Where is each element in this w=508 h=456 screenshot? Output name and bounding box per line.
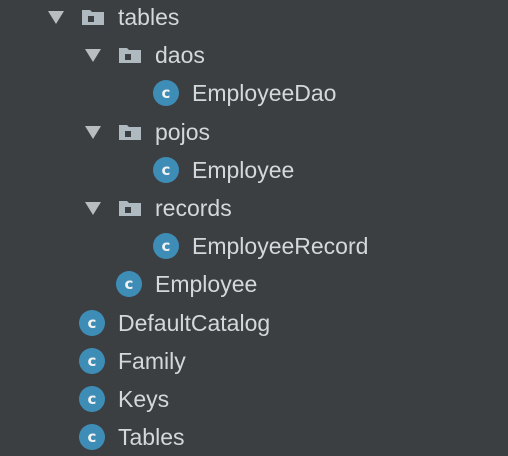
tree-folder-row[interactable]: daos bbox=[0, 36, 508, 74]
tree-item-label: Family bbox=[118, 347, 186, 374]
java-class-icon: c bbox=[79, 309, 105, 336]
tree-class-row[interactable]: c EmployeeRecord bbox=[0, 227, 508, 265]
java-class-icon: c bbox=[153, 233, 179, 260]
java-class-icon: c bbox=[153, 156, 179, 183]
tree-item-label: daos bbox=[155, 42, 205, 69]
tree-class-row[interactable]: c DefaultCatalog bbox=[0, 304, 508, 342]
project-tree: tables daos c EmployeeDao pojos c Employee reco… bbox=[0, 0, 508, 456]
java-class-icon: c bbox=[79, 424, 105, 451]
tree-item-label: Tables bbox=[118, 424, 185, 451]
tree-class-row[interactable]: c Family bbox=[0, 342, 508, 380]
tree-item-label: records bbox=[155, 195, 232, 221]
java-class-icon: c bbox=[79, 386, 105, 412]
package-folder-icon bbox=[119, 201, 141, 216]
tree-class-row[interactable]: c Tables bbox=[0, 418, 508, 456]
tree-folder-row[interactable]: tables bbox=[0, 0, 508, 36]
tree-folder-row[interactable]: pojos bbox=[0, 113, 508, 151]
chevron-down-icon[interactable] bbox=[85, 202, 101, 215]
chevron-down-icon[interactable] bbox=[85, 49, 101, 63]
chevron-down-icon[interactable] bbox=[48, 11, 64, 24]
tree-folder-row[interactable]: records bbox=[0, 189, 508, 227]
tree-item-label: pojos bbox=[155, 118, 210, 145]
tree-class-row[interactable]: c EmployeeDao bbox=[0, 74, 508, 112]
tree-class-row[interactable]: c Employee bbox=[0, 265, 508, 303]
tree-item-label: Employee bbox=[192, 156, 295, 183]
package-folder-icon bbox=[119, 48, 141, 64]
tree-class-row[interactable]: c Keys bbox=[0, 380, 508, 418]
tree-item-label: tables bbox=[118, 4, 180, 30]
tree-item-label: DefaultCatalog bbox=[118, 309, 271, 336]
chevron-down-icon[interactable] bbox=[85, 125, 101, 139]
java-class-icon: c bbox=[116, 271, 142, 298]
tree-item-label: Employee bbox=[155, 271, 258, 298]
package-folder-icon bbox=[119, 124, 141, 140]
java-class-icon: c bbox=[79, 347, 105, 374]
java-class-icon: c bbox=[153, 80, 179, 107]
tree-item-label: EmployeeRecord bbox=[192, 233, 369, 260]
package-folder-icon bbox=[82, 10, 104, 25]
tree-item-label: Keys bbox=[118, 386, 170, 412]
tree-item-label: EmployeeDao bbox=[192, 80, 337, 107]
tree-class-row[interactable]: c Employee bbox=[0, 151, 508, 189]
